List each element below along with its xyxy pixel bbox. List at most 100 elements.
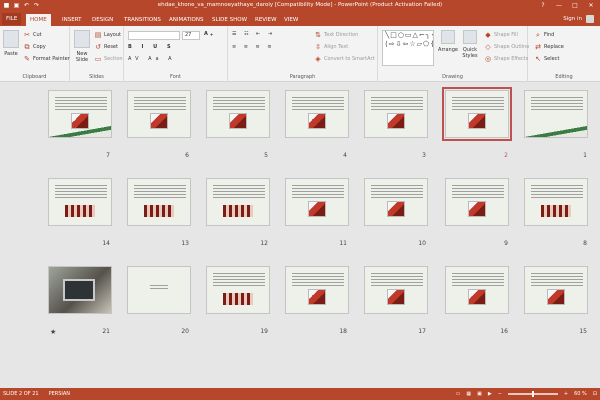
- slide-thumbnail[interactable]: [206, 90, 270, 138]
- slide-picture: [387, 289, 405, 305]
- arrange-button[interactable]: Arrange: [438, 30, 458, 53]
- view-reading-icon[interactable]: ▣: [477, 388, 482, 400]
- slide-thumbnail[interactable]: [285, 90, 349, 138]
- paragraph-group: ☰ ☷ ⇤ ⇥ ≡ ≡ ≡ ≡ ⇅ Text Direction ⇳ Align T…: [228, 26, 378, 82]
- slide-thumbnail[interactable]: [127, 178, 191, 226]
- slide-thumbnail[interactable]: [206, 266, 270, 314]
- help-icon[interactable]: ?: [536, 1, 550, 10]
- slide-thumbnail[interactable]: [524, 90, 588, 138]
- paste-button[interactable]: Paste: [3, 30, 19, 57]
- font-effects-buttons[interactable]: AV Aa A: [128, 56, 176, 62]
- slide-thumbnail[interactable]: [48, 266, 112, 314]
- view-normal-icon[interactable]: ▭: [456, 388, 461, 400]
- slide-thumbnail[interactable]: [445, 266, 509, 314]
- slide-number: 12: [260, 240, 268, 247]
- slide-number: 21: [102, 328, 110, 335]
- zoom-level[interactable]: 60 %: [574, 388, 587, 400]
- slide-number: 20: [181, 328, 189, 335]
- slide-thumbnail-selected[interactable]: [442, 87, 512, 141]
- grow-font-button[interactable]: A +: [204, 31, 213, 37]
- drawing-group: ╲□○▭△⌐╮{⟨⇨⇩⇦☆▱⬠{ Arrange Quick Styles ◆ S…: [378, 26, 529, 82]
- smartart-icon: ◈: [315, 55, 321, 63]
- slide-thumbnail[interactable]: [285, 266, 349, 314]
- reset-button[interactable]: ↺ Reset: [94, 43, 118, 51]
- slides-label: Slides: [89, 74, 104, 80]
- close-button[interactable]: ✕: [584, 1, 598, 10]
- shapes-gallery[interactable]: ╲□○▭△⌐╮{⟨⇨⇩⇦☆▱⬠{: [382, 30, 434, 66]
- sign-in-link[interactable]: Sign in: [563, 16, 582, 22]
- paragraph-label: Paragraph: [289, 74, 316, 80]
- shape-effects-button[interactable]: ◎ Shape Effects: [484, 55, 528, 63]
- zoom-out-icon[interactable]: −: [498, 388, 502, 400]
- slide-number: 18: [339, 328, 347, 335]
- text-direction-button[interactable]: ⇅ Text Direction: [314, 31, 358, 39]
- slide-number: 5: [264, 152, 268, 159]
- animation-star-icon: ★: [50, 328, 57, 336]
- slide-picture: [223, 293, 253, 305]
- zoom-slider-thumb[interactable]: [531, 391, 534, 397]
- tab-insert[interactable]: INSERT: [58, 14, 85, 26]
- tab-design[interactable]: DESIGN: [88, 14, 117, 26]
- slide-number: 15: [579, 328, 587, 335]
- section-button[interactable]: ▭ Section: [94, 55, 123, 63]
- slide-picture: [468, 201, 486, 217]
- cut-button[interactable]: ✂ Cut: [23, 31, 42, 39]
- quick-styles-button[interactable]: Quick Styles: [460, 30, 480, 59]
- copy-button[interactable]: ⧉ Copy: [23, 43, 46, 51]
- align-text-button[interactable]: ⇳ Align Text: [314, 43, 348, 51]
- fit-to-window-icon[interactable]: ⊡: [593, 388, 597, 400]
- tab-view[interactable]: VIEW: [280, 14, 302, 26]
- slide-thumbnail[interactable]: [364, 90, 428, 138]
- select-button[interactable]: ↖ Select: [534, 55, 559, 63]
- find-button[interactable]: ⌕ Find: [534, 31, 554, 39]
- font-size-field[interactable]: 27: [182, 31, 200, 40]
- format-painter-button[interactable]: ✎ Format Painter: [23, 55, 70, 63]
- slide-picture: [387, 113, 405, 129]
- new-slide-button[interactable]: New Slide: [73, 30, 91, 63]
- tab-review[interactable]: REVIEW: [251, 14, 281, 26]
- tab-transitions[interactable]: TRANSITIONS: [120, 14, 165, 26]
- slide-thumbnail[interactable]: [48, 90, 112, 138]
- slide-thumbnail[interactable]: [48, 178, 112, 226]
- zoom-in-icon[interactable]: +: [564, 388, 568, 400]
- replace-button[interactable]: ⇄ Replace: [534, 43, 564, 51]
- scissors-icon: ✂: [24, 31, 30, 39]
- view-slideshow-icon[interactable]: ▶: [488, 388, 492, 400]
- slide-thumbnail[interactable]: [285, 178, 349, 226]
- tab-animations[interactable]: ANIMATIONS: [165, 14, 208, 26]
- slide-thumbnail[interactable]: [524, 266, 588, 314]
- slide-thumbnail[interactable]: [445, 178, 509, 226]
- clipboard-group: Paste ✂ Cut ⧉ Copy ✎ Format Painter Clipboa…: [0, 26, 70, 82]
- shape-fill-button[interactable]: ◆ Shape Fill: [484, 31, 518, 39]
- tab-slide-show[interactable]: SLIDE SHOW: [208, 14, 251, 26]
- shape-outline-button[interactable]: ◇ Shape Outline: [484, 43, 529, 51]
- slide-thumbnail[interactable]: [364, 266, 428, 314]
- slide-picture: [387, 201, 405, 217]
- slide-thumbnail[interactable]: [127, 90, 191, 138]
- zoom-slider[interactable]: [507, 391, 558, 397]
- slide-thumbnail[interactable]: [206, 178, 270, 226]
- ribbon: Paste ✂ Cut ⧉ Copy ✎ Format Painter Clipboa…: [0, 26, 600, 82]
- text-direction-icon: ⇅: [315, 31, 321, 39]
- slide-thumbnail[interactable]: [364, 178, 428, 226]
- slide-number: 9: [504, 240, 508, 247]
- minimize-button[interactable]: —: [552, 1, 566, 10]
- font-name-field[interactable]: [128, 31, 180, 40]
- search-icon: ⌕: [536, 31, 540, 39]
- language-indicator[interactable]: PERSIAN: [49, 388, 70, 400]
- avatar[interactable]: [586, 15, 594, 23]
- sign-in-area[interactable]: Sign in: [563, 15, 594, 23]
- align-buttons[interactable]: ≡ ≡ ≡ ≡: [232, 44, 275, 50]
- tab-home[interactable]: HOME: [26, 14, 51, 26]
- font-style-buttons[interactable]: B I U S: [128, 44, 175, 50]
- convert-smartart-button[interactable]: ◈ Convert to SmartArt: [314, 55, 374, 63]
- view-sorter-icon[interactable]: ▦: [466, 388, 471, 400]
- slide-thumbnail[interactable]: [127, 266, 191, 314]
- slide-number: 4: [343, 152, 347, 159]
- slide-thumbnail[interactable]: [524, 178, 588, 226]
- tab-file[interactable]: FILE: [2, 13, 22, 25]
- list-buttons[interactable]: ☰ ☷ ⇤ ⇥: [232, 31, 275, 37]
- layout-icon: ▤: [94, 31, 102, 39]
- layout-button[interactable]: ▤ Layout: [94, 31, 121, 39]
- maximize-button[interactable]: □: [568, 1, 582, 10]
